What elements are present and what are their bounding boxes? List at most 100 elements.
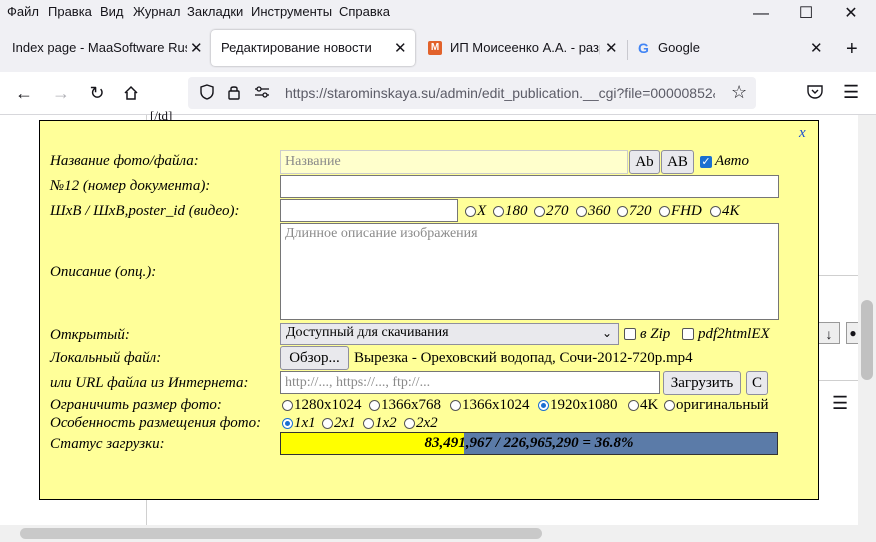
limit-radio-4k[interactable]: [628, 400, 639, 411]
tab-label: Google: [658, 40, 700, 55]
placement-radio-2x1[interactable]: [322, 418, 333, 429]
limit-radio-original[interactable]: [664, 400, 675, 411]
url-file-input[interactable]: [280, 371, 660, 394]
limit-option-label: 4K: [640, 397, 659, 413]
upper-case-button[interactable]: AB: [661, 150, 694, 174]
dialog-close-button[interactable]: x: [799, 125, 806, 142]
back-arrow-icon[interactable]: ←: [11, 80, 37, 106]
new-tab-button[interactable]: +: [846, 38, 858, 61]
selected-filename: Вырезка - Ореховский водопад, Сочи-2012-…: [354, 350, 693, 366]
auto-checkbox[interactable]: ✓: [700, 156, 712, 168]
placement-radio-1x2[interactable]: [363, 418, 374, 429]
placement-radio-1x1[interactable]: [282, 418, 293, 429]
tab-label: Редактирование новости: [221, 40, 372, 55]
url-bar[interactable]: https://starominskaya.su/admin/edit_publ…: [188, 77, 756, 109]
shield-icon[interactable]: [200, 84, 214, 103]
menu-history[interactable]: Журнал: [133, 4, 180, 19]
close-icon[interactable]: ✕: [810, 39, 823, 57]
size-radio-4k[interactable]: [710, 206, 721, 217]
close-icon[interactable]: ✕: [394, 39, 407, 57]
pocket-icon[interactable]: [806, 83, 824, 104]
name-input[interactable]: [280, 150, 628, 174]
menu-view[interactable]: Вид: [100, 4, 124, 19]
horizontal-scroll-thumb[interactable]: [20, 528, 542, 539]
forward-arrow-icon[interactable]: →: [48, 80, 74, 106]
close-icon[interactable]: ✕: [605, 39, 618, 57]
tab-google[interactable]: G Google ✕: [630, 30, 835, 66]
size-option-label: 270: [546, 203, 569, 219]
vertical-scroll-thumb[interactable]: [861, 300, 873, 380]
limit-radio-1280x1024[interactable]: [282, 400, 293, 411]
size-option-label: 720: [629, 203, 652, 219]
description-label: Описание (опц.):: [50, 264, 157, 280]
limit-option-label: 1280x1024: [294, 397, 362, 413]
load-button[interactable]: Загрузить: [663, 371, 741, 395]
menu-bar: Файл Правка Вид Журнал Закладки Инструме…: [0, 0, 876, 24]
access-select[interactable]: Доступный для скачивания ⌄: [280, 323, 619, 345]
limit-radio-1366x768[interactable]: [369, 400, 380, 411]
c-button[interactable]: С: [746, 371, 768, 395]
chevron-down-icon: ⌄: [601, 326, 612, 340]
placement-option-label: 2x2: [416, 415, 438, 431]
url-text[interactable]: https://starominskaya.su/admin/edit_publ…: [285, 85, 715, 101]
menu-file[interactable]: Файл: [7, 4, 39, 19]
size-radio-720[interactable]: [617, 206, 628, 217]
size-radio-180[interactable]: [493, 206, 504, 217]
lock-icon[interactable]: [228, 84, 240, 103]
home-icon[interactable]: [118, 80, 144, 106]
upload-progress-bar: 83,491,967 / 226,965,290 = 36.8%: [280, 432, 778, 455]
placement-radio-2x2[interactable]: [404, 418, 415, 429]
menu-bookmarks[interactable]: Закладки: [187, 4, 243, 19]
tab-index-page[interactable]: Index page - MaaSoftware RusRo ✕: [2, 30, 208, 66]
tab-edit-news[interactable]: Редактирование новости ✕: [211, 30, 415, 66]
navigation-bar: ← → ↻ https://starominskaya.su/admin/edi…: [0, 72, 876, 115]
zip-label: в Zip: [640, 326, 671, 342]
open-label: Открытый:: [50, 327, 130, 343]
zip-checkbox[interactable]: [624, 328, 636, 340]
permissions-icon[interactable]: [254, 85, 270, 102]
m-favicon-icon: M: [428, 41, 442, 55]
size-radio-360[interactable]: [576, 206, 587, 217]
placement-option-label: 1x2: [375, 415, 397, 431]
size-option-label: 4K: [722, 203, 740, 219]
close-icon[interactable]: ✕: [190, 39, 203, 57]
size-radio-fhd[interactable]: [659, 206, 670, 217]
size-option-label: 180: [505, 203, 528, 219]
menu-tools[interactable]: Инструменты: [251, 4, 332, 19]
size-input[interactable]: [280, 199, 458, 222]
align-justify-icon[interactable]: ☰: [832, 393, 848, 414]
page-divider: [818, 380, 858, 381]
description-textarea[interactable]: [280, 223, 779, 320]
tab-label: ИП Моисеенко А.А. - разра: [450, 40, 600, 55]
upload-dialog: x Название фото/файла: Ab AB ✓ Авто №12 …: [39, 120, 819, 500]
pdf2htmlex-label: pdf2htmlEX: [698, 326, 770, 342]
name-label: Название фото/файла:: [50, 153, 199, 169]
reload-icon[interactable]: ↻: [84, 80, 110, 106]
limit-radio-1920x1080[interactable]: [538, 400, 549, 411]
size-radio-x[interactable]: [465, 206, 476, 217]
ab-case-button[interactable]: Ab: [629, 150, 660, 174]
menu-help[interactable]: Справка: [339, 4, 390, 19]
bookmark-star-icon[interactable]: ☆: [731, 82, 747, 103]
menu-edit[interactable]: Правка: [48, 4, 92, 19]
tab-label: Index page - MaaSoftware RusRo: [12, 40, 187, 55]
limit-size-label: Ограничить размер фото:: [50, 397, 222, 413]
status-label: Статус загрузки:: [50, 436, 165, 452]
size-option-label: 360: [588, 203, 611, 219]
placement-option-label: 1x1: [294, 415, 316, 431]
placement-option-label: 2x1: [334, 415, 356, 431]
limit-radio-1366x1024[interactable]: [450, 400, 461, 411]
local-file-label: Локальный файл:: [50, 350, 162, 366]
size-radio-270[interactable]: [534, 206, 545, 217]
limit-option-label: 1366x768: [381, 397, 441, 413]
browse-button[interactable]: Обзор...: [280, 346, 349, 370]
down-arrow-icon[interactable]: ↓: [818, 322, 840, 344]
limit-option-label: оригинальный: [676, 397, 769, 413]
google-favicon-icon: G: [638, 40, 649, 56]
pdf2htmlex-checkbox[interactable]: [682, 328, 694, 340]
placement-label: Особенность размещения фото:: [50, 415, 262, 431]
hamburger-menu-icon[interactable]: ☰: [843, 82, 859, 103]
doc-number-input[interactable]: [280, 175, 779, 198]
size-label: ШxВ / ШxВ,poster_id (видео):: [50, 203, 240, 219]
tab-ip-moiseenko[interactable]: M ИП Моисеенко А.А. - разра ✕: [420, 30, 625, 66]
